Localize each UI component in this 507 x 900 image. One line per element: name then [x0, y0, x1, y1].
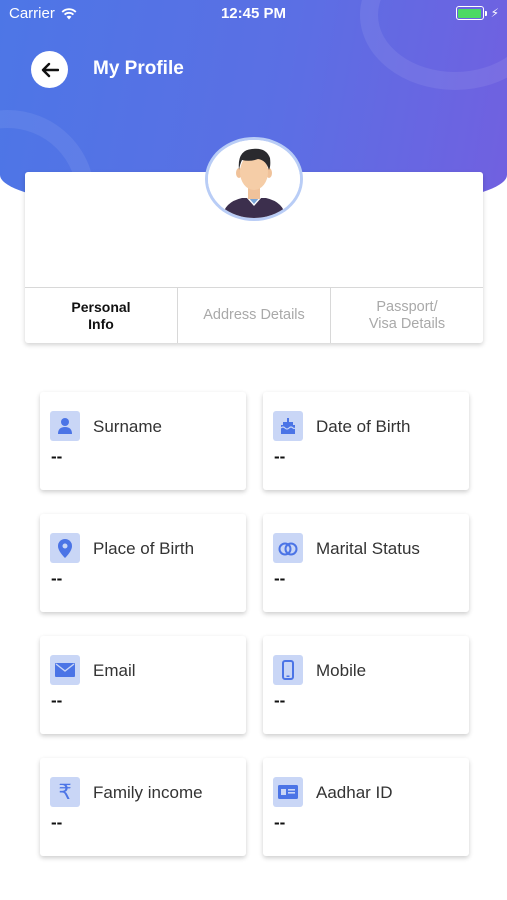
field-card-mobile[interactable]: Mobile -- [263, 636, 469, 734]
field-card-surname[interactable]: Surname -- [40, 392, 246, 490]
field-value: -- [274, 691, 286, 710]
field-value: -- [51, 813, 63, 832]
field-label: Date of Birth [316, 417, 411, 436]
field-label: Email [93, 661, 136, 680]
field-card-aadhar-id[interactable]: Aadhar ID -- [263, 758, 469, 856]
battery-cap [484, 10, 487, 16]
user-avatar-icon [208, 140, 300, 218]
arrow-left-icon [41, 62, 59, 77]
field-label: Place of Birth [93, 539, 195, 558]
field-value: -- [274, 447, 286, 466]
charging-bolt-icon: ⚡ [490, 6, 499, 20]
rings-icon [273, 533, 303, 563]
field-value: -- [274, 569, 286, 588]
field-label: Aadhar ID [316, 783, 393, 802]
mobile-phone-icon [273, 655, 303, 685]
field-card-date-of-birth[interactable]: Date of Birth -- [263, 392, 469, 490]
id-card-icon [273, 777, 303, 807]
field-value: -- [51, 691, 63, 710]
battery-indicator: ⚡ [455, 6, 499, 20]
field-value: -- [274, 813, 286, 832]
status-bar: Carrier 12:45 PM ⚡ [0, 0, 507, 28]
birthday-cake-icon [273, 411, 303, 441]
tab-personal-info[interactable]: Personal Info [25, 288, 178, 343]
back-button[interactable] [31, 51, 68, 88]
clock: 12:45 PM [220, 5, 287, 22]
tab-address-details[interactable]: Address Details [178, 288, 331, 343]
battery-fill [458, 8, 482, 18]
field-card-place-of-birth[interactable]: Place of Birth -- [40, 514, 246, 612]
field-label: Mobile [316, 661, 367, 680]
field-card-family-income[interactable]: ₹ Family income -- [40, 758, 246, 856]
field-card-marital-status[interactable]: Marital Status -- [263, 514, 469, 612]
profile-tabs: Personal Info Address Details Passport/ … [25, 287, 483, 343]
field-label: Marital Status [316, 539, 420, 558]
field-value: -- [51, 569, 63, 588]
avatar[interactable] [205, 137, 303, 221]
field-label: Surname [93, 417, 162, 436]
field-card-email[interactable]: Email -- [40, 636, 246, 734]
rupee-icon: ₹ [50, 777, 80, 807]
page-title: My Profile [93, 58, 184, 79]
field-label: Family income [93, 783, 203, 802]
field-value: -- [51, 447, 63, 466]
person-icon [50, 411, 80, 441]
avatar-frame [205, 137, 303, 221]
battery-icon [455, 6, 484, 20]
envelope-icon [50, 655, 80, 685]
tab-passport-visa-details[interactable]: Passport/ Visa Details [331, 288, 483, 343]
location-pin-icon [50, 533, 80, 563]
